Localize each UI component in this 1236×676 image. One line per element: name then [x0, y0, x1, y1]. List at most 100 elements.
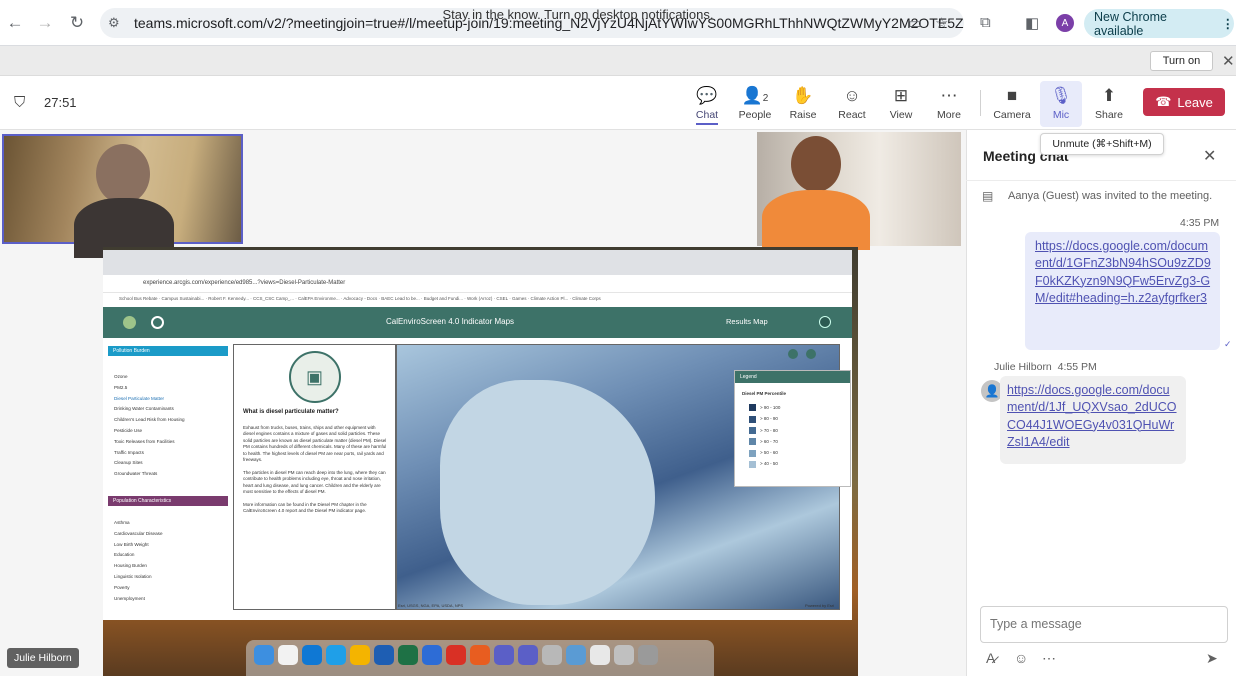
population-indicator-item[interactable]: Housing Burden [114, 561, 232, 572]
pollution-indicator-item[interactable]: Diesel Particulate Matter [114, 394, 232, 405]
chat-label: Chat [695, 109, 719, 125]
participant-head [96, 144, 150, 204]
participant-head [791, 136, 841, 192]
turn-on-button[interactable]: Turn on [1150, 51, 1213, 71]
legend-swatch [749, 438, 756, 446]
dock-app-icon[interactable] [446, 645, 466, 665]
population-indicator-item[interactable]: Low Birth Weight [114, 540, 232, 551]
dock-app-icon[interactable] [566, 645, 586, 665]
legend-label: > 70 - 80 [760, 427, 778, 433]
dock-app-icon[interactable] [518, 645, 538, 665]
dock-app-icon[interactable] [542, 645, 562, 665]
legend-swatch [749, 426, 756, 434]
legend-label: > 60 - 70 [760, 438, 778, 444]
notification-close-icon[interactable]: ✕ [1222, 52, 1235, 70]
pollution-indicator-list: Ozone PM2.5 Diesel Particulate Matter Drink… [106, 356, 232, 480]
diesel-truck-icon: ▣ [288, 351, 341, 403]
more-options-icon[interactable]: ⋯ [1042, 650, 1056, 667]
dock-app-icon[interactable] [350, 645, 370, 665]
emoji-icon[interactable]: ☺ [1014, 650, 1028, 666]
dock-app-icon[interactable] [278, 645, 298, 665]
pollution-indicator-item[interactable]: PM2.5 [114, 383, 232, 394]
chat-message-other[interactable]: https://docs.google.com/document/d/1Jf_U… [1000, 376, 1186, 464]
pollution-indicator-item[interactable]: Drinking Water Contaminants [114, 404, 232, 415]
legend-list: > 90 - 100 > 80 - 90 > 70 - 80 > 60 - 70 > 5… [735, 396, 850, 470]
chat-message-self[interactable]: https://docs.google.com/document/d/1GFnZ… [1025, 232, 1220, 350]
population-indicator-item[interactable]: Unemployment [114, 594, 232, 605]
pollution-indicator-item[interactable]: Toxic Releases from Facilities [114, 437, 232, 448]
pollution-indicator-item[interactable]: Pesticide Use [114, 426, 232, 437]
legend-swatch [749, 449, 756, 457]
ellipsis-icon: ⋯ [940, 86, 958, 105]
oehha-logo-icon [151, 316, 164, 329]
react-label: React [838, 109, 866, 121]
calendar-icon: ▤ [982, 189, 994, 203]
dock-app-icon[interactable] [302, 645, 322, 665]
kebab-menu-icon: ⋮ [1221, 17, 1235, 31]
view-button[interactable]: ⊞ View [876, 86, 926, 124]
dock-app-icon[interactable] [374, 645, 394, 665]
dock-app-icon[interactable] [590, 645, 610, 665]
camera-button[interactable]: ■ Camera [987, 86, 1037, 124]
video-camera-icon: ■ [1006, 86, 1018, 105]
more-button[interactable]: ⋯ More [924, 86, 974, 124]
raise-hand-button[interactable]: ✋ Raise [778, 86, 828, 124]
pollution-burden-header: Pollution Burden [108, 346, 228, 356]
dock-app-icon[interactable] [494, 645, 514, 665]
mic-button[interactable]: 🎙 Mic [1036, 86, 1086, 124]
close-icon[interactable]: ✕ [1203, 146, 1216, 166]
legend-item: > 50 - 60 [749, 447, 850, 458]
system-message: Aanya (Guest) was invited to the meeting… [1008, 190, 1213, 202]
raise-label: Raise [789, 109, 817, 121]
population-indicator-item[interactable]: Education [114, 550, 232, 561]
population-indicator-item[interactable]: Linguistic Isolation [114, 572, 232, 583]
population-indicator-item[interactable]: Asthma [114, 518, 232, 529]
dock-app-icon[interactable] [614, 645, 634, 665]
format-icon[interactable]: A̷ [986, 650, 995, 666]
people-button[interactable]: 👤2 People [730, 86, 780, 124]
more-label: More [937, 109, 961, 121]
share-button[interactable]: ⬆ Share [1084, 86, 1134, 124]
article-paragraph: Exhaust from trucks, buses, trains, ship… [243, 424, 387, 463]
legend-item: > 90 - 100 [749, 402, 850, 413]
mic-tooltip: Unmute (⌘+Shift+M) [1040, 133, 1164, 155]
message-link[interactable]: https://docs.google.com/document/d/1GFnZ… [1035, 239, 1211, 305]
send-icon[interactable]: ➤ [1206, 650, 1218, 667]
dock-app-icon[interactable] [638, 645, 658, 665]
account-icon[interactable] [819, 316, 831, 328]
dock-app-icon[interactable] [254, 645, 274, 665]
sender-name: Julie Hilborn [994, 361, 1052, 373]
legend-header: Legend [735, 371, 850, 383]
pollution-indicator-item[interactable]: Ozone [114, 372, 232, 383]
participant-video-guest[interactable] [757, 132, 961, 250]
presenter-name-tag: Julie Hilborn [7, 648, 79, 668]
shared-url-bar: experience.arcgis.com/experience/ed985..… [103, 275, 852, 293]
article-title: What is diesel particulate matter? [243, 409, 339, 415]
pollution-indicator-item[interactable]: Traffic Impacts [114, 448, 232, 459]
dock-app-icon[interactable] [470, 645, 490, 665]
pollution-indicator-item[interactable]: Children's Lead Risk from Housing [114, 415, 232, 426]
dock-app-icon[interactable] [422, 645, 442, 665]
population-indicator-item[interactable]: Cardiovascular Disease [114, 529, 232, 540]
grid-icon: ⊞ [893, 86, 909, 105]
map-legend: Legend Diesel PM Percentile > 90 - 100 > … [734, 370, 851, 487]
camera-label: Camera [993, 109, 1031, 121]
shared-bookmarks-bar: School Bus Rebate · Campus Sustainabi...… [103, 293, 852, 307]
participant-video-presenter[interactable] [2, 134, 243, 258]
message-link[interactable]: https://docs.google.com/document/d/1Jf_U… [1007, 383, 1177, 449]
chat-button[interactable]: 💬 Chat [682, 86, 732, 125]
read-receipt-icon: ✓ [1224, 339, 1232, 349]
shared-tab-strip [103, 250, 852, 275]
dock-app-icon[interactable] [326, 645, 346, 665]
pollution-indicator-item[interactable]: Groundwater Threats [114, 469, 232, 480]
legend-label: > 90 - 100 [760, 405, 781, 410]
react-button[interactable]: ☺ React [827, 86, 877, 124]
leave-button[interactable]: ☎ Leave [1143, 88, 1225, 116]
toolbar-divider [980, 90, 981, 116]
pollution-indicator-item[interactable]: Cleanup Sites [114, 458, 232, 469]
message-input[interactable] [990, 617, 1210, 631]
indicator-article: ▣ What is diesel particulate matter? Exh… [233, 344, 396, 610]
dock-app-icon[interactable] [398, 645, 418, 665]
chat-divider [966, 180, 1236, 181]
population-indicator-item[interactable]: Poverty [114, 583, 232, 594]
